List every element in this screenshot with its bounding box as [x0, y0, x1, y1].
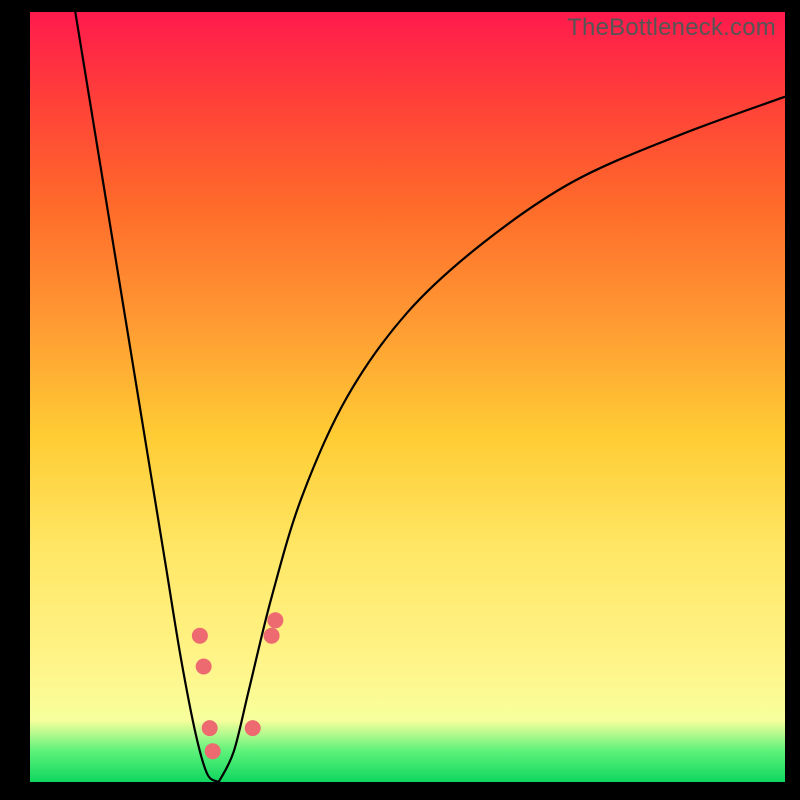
data-marker-pill [257, 659, 268, 705]
data-marker-dot [192, 628, 208, 644]
data-marker-dot [267, 612, 283, 628]
data-marker-dot [202, 720, 218, 736]
chart-plot [30, 12, 785, 782]
data-marker-dot [196, 659, 212, 675]
data-marker-dot [245, 720, 261, 736]
data-marker-pill [189, 520, 200, 589]
data-marker-pill [204, 674, 210, 713]
data-marker-dot [205, 743, 221, 759]
data-marker-dot [264, 628, 280, 644]
curve-right [219, 97, 785, 782]
